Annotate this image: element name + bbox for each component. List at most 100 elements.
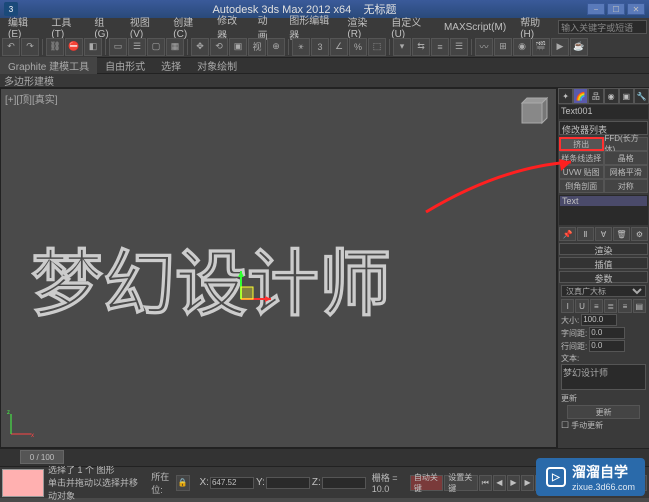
move-icon[interactable]: ✥ — [191, 38, 209, 56]
watermark-url: zixue.3d66.com — [572, 482, 635, 492]
selection-lock-region[interactable] — [2, 469, 44, 497]
spinner-snap-icon[interactable]: ⬚ — [368, 38, 386, 56]
schematic-icon[interactable]: ⊞ — [494, 38, 512, 56]
main-toolbar: ↶ ↷ ⛓ ⛔ ◧ ▭ ☰ ▢ ▦ ✥ ⟲ ▣ 视 ⊕ ⚹ 3 ∠ % ⬚ ▾ … — [0, 36, 649, 58]
select-manipulate-icon[interactable]: ⚹ — [292, 38, 310, 56]
goto-start-icon[interactable]: ⏮ — [479, 475, 492, 491]
autokey-button[interactable]: 自动关键 — [410, 475, 443, 491]
modifier-btn-symmetry[interactable]: 对称 — [604, 179, 649, 193]
snap-icon[interactable]: 3 — [311, 38, 329, 56]
cp-tab-display-icon[interactable]: ▣ — [619, 88, 634, 104]
object-name-field[interactable]: Text001 — [559, 105, 648, 119]
rotate-icon[interactable]: ⟲ — [210, 38, 228, 56]
size-spinner[interactable]: 100.0 — [581, 314, 617, 326]
stack-remove-icon[interactable]: 🗑 — [613, 227, 630, 241]
cp-tab-utilities-icon[interactable]: 🔧 — [634, 88, 649, 104]
prev-frame-icon[interactable]: ◀ — [493, 475, 506, 491]
modifier-btn-bevelprofile[interactable]: 倒角剖面 — [559, 179, 604, 193]
modifier-btn-spline-select[interactable]: 样条线选择 — [559, 151, 604, 165]
next-frame-icon[interactable]: ▶ — [521, 475, 534, 491]
ribbon-tabs: Graphite 建模工具 自由形式 选择 对象绘制 — [0, 58, 649, 74]
kerning-spinner[interactable]: 0.0 — [589, 327, 625, 339]
x-label: X: — [200, 477, 209, 488]
leading-spinner[interactable]: 0.0 — [589, 340, 625, 352]
ribbon-tab-objpaint[interactable]: 对象绘制 — [189, 57, 245, 74]
modifier-btn-meshsmooth[interactable]: 网格平滑 — [604, 165, 649, 179]
modifier-btn-lattice[interactable]: 晶格 — [604, 151, 649, 165]
link-icon[interactable]: ⛓ — [46, 38, 64, 56]
undo-icon[interactable]: ↶ — [2, 38, 20, 56]
bind-icon[interactable]: ◧ — [84, 38, 102, 56]
menu-maxscript[interactable]: MAXScript(M) — [438, 21, 512, 34]
rollout-params[interactable]: 参数 — [559, 271, 648, 283]
unlink-icon[interactable]: ⛔ — [65, 38, 83, 56]
z-coord-input[interactable] — [322, 477, 366, 489]
update-section-label: 更新 — [561, 393, 646, 404]
update-button[interactable]: 更新 — [567, 405, 640, 419]
play-icon[interactable]: ▶ — [507, 475, 520, 491]
ribbon-tab-graphite[interactable]: Graphite 建模工具 — [0, 57, 97, 74]
stack-configure-icon[interactable]: ⚙ — [631, 227, 648, 241]
align-right-icon[interactable]: ≡ — [618, 299, 631, 313]
time-slider-thumb[interactable]: 0 / 100 — [20, 450, 64, 464]
render-frame-icon[interactable]: ▶ — [551, 38, 569, 56]
named-sel-icon[interactable]: ▾ — [393, 38, 411, 56]
cp-tab-hierarchy-icon[interactable]: 品 — [588, 88, 603, 104]
rollout-render[interactable]: 渲染 — [559, 243, 648, 255]
close-button[interactable]: ✕ — [627, 3, 645, 15]
stack-pin-icon[interactable]: 📌 — [559, 227, 576, 241]
y-coord-input[interactable] — [266, 477, 310, 489]
ribbon-tab-freeform[interactable]: 自由形式 — [97, 57, 153, 74]
underline-button[interactable]: U — [575, 299, 588, 313]
font-dropdown[interactable]: 汉真广大标 — [561, 285, 646, 297]
svg-text:x: x — [31, 433, 34, 438]
cp-tab-motion-icon[interactable]: ◉ — [604, 88, 619, 104]
redo-icon[interactable]: ↷ — [21, 38, 39, 56]
ribbon-tab-selection[interactable]: 选择 — [153, 57, 189, 74]
align-justify-icon[interactable]: ▤ — [633, 299, 646, 313]
modifier-btn-uvw[interactable]: UVW 贴图 — [559, 165, 604, 179]
maximize-button[interactable]: ☐ — [607, 3, 625, 15]
modifier-btn-ffd[interactable]: FFD(长方体) — [604, 137, 649, 151]
refcoord-icon[interactable]: 视 — [248, 38, 266, 56]
layers-icon[interactable]: ☰ — [450, 38, 468, 56]
window-crossing-icon[interactable]: ▦ — [166, 38, 184, 56]
curve-editor-icon[interactable]: 〰 — [475, 38, 493, 56]
transform-gizmo[interactable] — [211, 269, 281, 332]
angle-snap-icon[interactable]: ∠ — [330, 38, 348, 56]
material-editor-icon[interactable]: ◉ — [513, 38, 531, 56]
modifier-stack[interactable]: Text — [559, 195, 648, 225]
rollout-interp[interactable]: 插值 — [559, 257, 648, 269]
select-region-icon[interactable]: ▢ — [147, 38, 165, 56]
align-icon[interactable]: ≡ — [431, 38, 449, 56]
align-left-icon[interactable]: ≡ — [590, 299, 603, 313]
cp-tab-create-icon[interactable]: ✦ — [558, 88, 573, 104]
pivot-icon[interactable]: ⊕ — [267, 38, 285, 56]
percent-snap-icon[interactable]: % — [349, 38, 367, 56]
modifier-btn-extrude[interactable]: 挤出 — [559, 137, 604, 151]
select-by-name-icon[interactable]: ☰ — [128, 38, 146, 56]
manual-update-checkbox[interactable]: ☐ — [561, 420, 569, 431]
viewport-label[interactable]: [+][顶][真实] — [5, 91, 58, 106]
lock-label: 所在位: — [151, 470, 176, 496]
help-search-input[interactable]: 输入关键字或短语 — [558, 20, 647, 34]
viewport[interactable]: [+][顶][真实] 梦幻设计师 — [0, 88, 557, 448]
watermark-logo-icon: ▷ — [546, 467, 566, 487]
setkey-button[interactable]: 设置关键 — [444, 475, 477, 491]
lock-selection-icon[interactable]: 🔒 — [176, 475, 190, 491]
italic-button[interactable]: I — [561, 299, 574, 313]
mirror-icon[interactable]: ⇆ — [412, 38, 430, 56]
viewcube[interactable] — [516, 97, 548, 129]
render-setup-icon[interactable]: 🎬 — [532, 38, 550, 56]
scale-icon[interactable]: ▣ — [229, 38, 247, 56]
cp-tab-modify-icon[interactable]: 🌈 — [573, 88, 588, 104]
x-coord-input[interactable]: 647.52 — [210, 477, 254, 489]
text-input[interactable]: 梦幻设计师 — [561, 364, 646, 390]
stack-item-text[interactable]: Text — [560, 196, 647, 206]
select-icon[interactable]: ▭ — [109, 38, 127, 56]
render-icon[interactable]: ☕ — [570, 38, 588, 56]
align-center-icon[interactable]: ≣ — [604, 299, 617, 313]
stack-unique-icon[interactable]: ∀ — [595, 227, 612, 241]
stack-show-end-icon[interactable]: Ⅱ — [577, 227, 594, 241]
minimize-button[interactable]: − — [587, 3, 605, 15]
